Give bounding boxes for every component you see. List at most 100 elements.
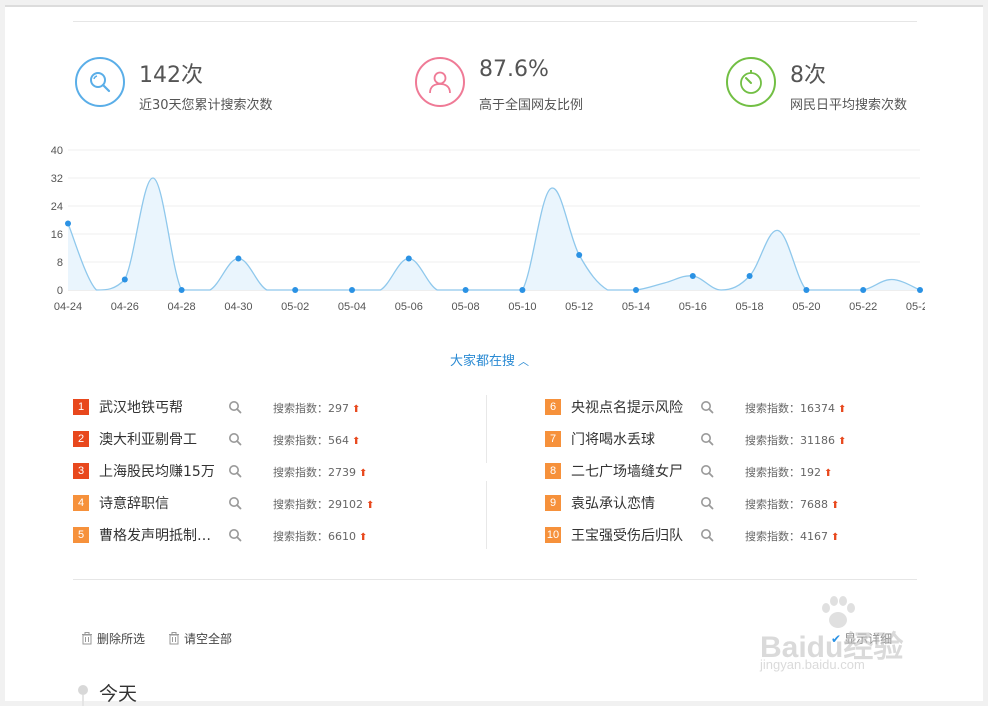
search-index-label: 搜索指数：	[745, 498, 800, 511]
hot-search-term[interactable]: 武汉地铁丐帮	[99, 397, 217, 417]
search-icon[interactable]	[700, 527, 714, 546]
data-point	[576, 252, 583, 258]
arrow-up-icon: ⬆	[366, 500, 375, 511]
search-index-label: 搜索指数：	[273, 402, 328, 415]
x-tick-label: 05-10	[508, 301, 536, 313]
clear-all-label: 请空全部	[184, 632, 233, 646]
data-point	[462, 287, 469, 293]
y-tick-label: 16	[51, 229, 63, 241]
search-index-value: 29102	[328, 498, 363, 511]
search-index-value: 2739	[328, 466, 356, 479]
search-index-value: 297	[328, 402, 349, 415]
x-tick-label: 05-14	[622, 301, 650, 313]
search-index-value: 564	[328, 434, 349, 447]
y-tick-label: 8	[57, 257, 63, 269]
data-point	[689, 273, 696, 279]
top-divider	[5, 5, 983, 7]
search-icon[interactable]	[228, 527, 242, 546]
search-icon[interactable]	[228, 399, 242, 418]
hot-search-term[interactable]: 王宝强受伤后归队	[571, 525, 689, 545]
hot-search-term[interactable]: 袁弘承认恋情	[571, 493, 689, 513]
column-divider	[486, 481, 487, 549]
x-tick-label: 05-08	[452, 301, 480, 313]
y-tick-label: 40	[51, 145, 63, 157]
rank-badge: 10	[545, 527, 561, 543]
chevron-up-icon: ︿	[518, 355, 530, 368]
search-icon[interactable]	[700, 431, 714, 450]
search-index: 搜索指数：16374 ⬆	[745, 400, 846, 416]
hot-search-term[interactable]: 曹格发声明抵制…	[99, 525, 217, 545]
search-index-label: 搜索指数：	[273, 466, 328, 479]
rank-badge: 5	[73, 527, 89, 543]
data-point	[292, 287, 299, 293]
search-index: 搜索指数：31186 ⬆	[745, 432, 846, 448]
search-index-value: 4167	[800, 530, 828, 543]
search-icon[interactable]	[228, 463, 242, 482]
search-icon[interactable]	[228, 495, 242, 514]
search-icon[interactable]	[700, 463, 714, 482]
hot-search-term[interactable]: 上海股民均赚15万	[99, 461, 217, 481]
history-page: 142次 近30天您累计搜索次数 87.6% 高于全国网友比例 8次 网民日平均…	[5, 5, 983, 706]
x-tick-label: 04-30	[224, 301, 252, 313]
clear-all-button[interactable]: 请空全部	[168, 630, 232, 647]
data-point	[405, 255, 412, 262]
rank-badge: 4	[73, 495, 89, 511]
x-tick-label: 04-26	[111, 301, 139, 313]
stat-value: 142次	[139, 63, 203, 88]
search-icon[interactable]	[700, 399, 714, 418]
hot-search-item: 2 澳大利亚剔骨工 搜索指数：564 ⬆	[73, 428, 403, 450]
search-index: 搜索指数：297 ⬆	[273, 400, 360, 416]
hot-search-term[interactable]: 诗意辞职信	[99, 493, 217, 513]
rank-badge: 1	[73, 399, 89, 415]
search-index-label: 搜索指数：	[745, 402, 800, 415]
data-point	[917, 287, 923, 293]
arrow-up-icon: ⬆	[824, 468, 833, 479]
hot-search-item: 1 武汉地铁丐帮 搜索指数：297 ⬆	[73, 396, 403, 418]
x-tick-label: 05-18	[736, 301, 764, 313]
data-point	[860, 287, 867, 293]
rank-badge: 9	[545, 495, 561, 511]
search-icon[interactable]	[700, 495, 714, 514]
data-point	[65, 220, 71, 227]
search-icon	[75, 57, 125, 107]
x-tick-label: 05-04	[338, 301, 366, 313]
data-point	[235, 255, 242, 262]
hot-search-term[interactable]: 央视点名提示风险	[571, 397, 689, 417]
delete-selected-button[interactable]: 删除所选	[81, 630, 145, 647]
rank-badge: 7	[545, 431, 561, 447]
trash-icon	[82, 632, 92, 645]
rank-badge: 2	[73, 431, 89, 447]
hot-search-item: 7 门将喝水丢球 搜索指数：31186 ⬆	[545, 428, 875, 450]
search-index: 搜索指数：192 ⬆	[745, 464, 832, 480]
arrow-up-icon: ⬆	[359, 468, 368, 479]
rank-badge: 8	[545, 463, 561, 479]
x-tick-label: 05-24	[906, 301, 925, 313]
arrow-up-icon: ⬆	[831, 532, 840, 543]
hot-search-item: 4 诗意辞职信 搜索指数：29102 ⬆	[73, 492, 403, 514]
search-index: 搜索指数：6610 ⬆	[273, 528, 367, 544]
search-trend-chart: 0 8 16 24 32 40 04-24 04-26 04-28 04-30 05-02 05-04…	[51, 145, 925, 313]
hot-searches-toggle[interactable]: 大家都在搜 ︿	[450, 350, 529, 369]
x-tick-label: 05-02	[281, 301, 309, 313]
arrow-up-icon: ⬆	[359, 532, 368, 543]
section-divider	[73, 579, 917, 580]
hot-searches-title: 大家都在搜	[450, 354, 516, 369]
search-index-value: 16374	[800, 402, 835, 415]
hot-search-item: 8 二七广场墙缝女尸 搜索指数：192 ⬆	[545, 460, 875, 482]
data-point	[121, 276, 128, 283]
search-icon[interactable]	[228, 431, 242, 450]
hot-search-term[interactable]: 二七广场墙缝女尸	[571, 461, 689, 481]
hot-search-term[interactable]: 门将喝水丢球	[571, 429, 689, 449]
search-index-value: 6610	[328, 530, 356, 543]
x-tick-label: 05-12	[565, 301, 593, 313]
data-point	[803, 287, 810, 293]
column-divider	[486, 395, 487, 463]
user-icon	[415, 57, 465, 107]
watermark-url: jingyan.baidu.com	[760, 657, 865, 672]
hot-search-term[interactable]: 澳大利亚剔骨工	[99, 429, 217, 449]
search-index-label: 搜索指数：	[273, 434, 328, 447]
x-tick-label: 05-16	[679, 301, 707, 313]
data-point	[178, 287, 185, 293]
rank-badge: 6	[545, 399, 561, 415]
search-index-value: 7688	[800, 498, 828, 511]
